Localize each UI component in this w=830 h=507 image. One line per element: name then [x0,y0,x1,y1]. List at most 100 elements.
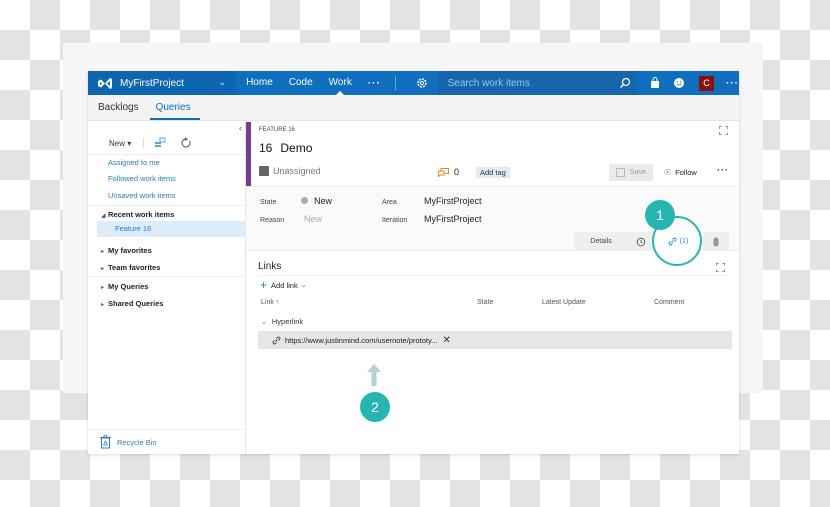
column-label: Link [261,299,274,306]
work-item-title[interactable]: 16 Demo [259,141,312,155]
group-label: Shared Queries [108,299,164,308]
visual-studio-logo-icon [98,77,112,89]
feature-color-bar [246,122,251,186]
work-item-id: 16 [259,141,273,155]
plus-icon: + [260,278,268,292]
tab-history[interactable] [628,232,653,251]
link-url[interactable]: https://www.justinmind.com/usernote/prot… [285,336,437,345]
sidebar-group-my-queries[interactable]: ▸ My Queries [101,282,148,291]
refresh-icon[interactable] [180,137,192,149]
attachment-icon [713,237,719,246]
maximize-icon[interactable] [719,126,728,135]
search-icon[interactable] [619,77,631,89]
user-avatar[interactable]: C [699,75,714,91]
link-group-hyperlink[interactable]: ⌄ Hyperlink [261,317,303,326]
recycle-bin-icon [100,435,111,449]
more-options-icon[interactable]: ··· [726,78,739,89]
state-dot-icon [301,197,308,204]
top-bar: MyFirstProject ⌄ Home Code Work ··· Sear… [88,71,739,95]
sidebar-group-team-favorites[interactable]: ▸ Team favorites [101,263,160,272]
column-header-state[interactable]: State [477,299,493,306]
divider [88,276,246,277]
expanded-triangle-icon: ◢ [101,213,106,219]
link-row[interactable]: https://www.justinmind.com/usernote/prot… [258,331,732,349]
state-label: State [260,199,277,206]
maximize-links-icon[interactable] [716,263,725,272]
column-header-comment[interactable]: Comment [654,299,684,306]
comments-icon [438,167,449,177]
sidebar-link-followed[interactable]: Followed work items [108,174,176,183]
links-section-title: Links [258,261,282,272]
search-box[interactable]: Search work items [437,71,637,95]
sidebar-toolbar: New ▾ [88,132,246,154]
column-header-link[interactable]: Link ↑ [261,299,279,306]
tab-attachments[interactable] [703,232,729,251]
group-label: Hyperlink [271,317,304,326]
new-button-label: New [109,138,126,148]
app-window: MyFirstProject ⌄ Home Code Work ··· Sear… [88,71,739,454]
recycle-bin-link[interactable]: Recycle Bin [88,429,246,454]
tab-details[interactable]: Details [574,232,628,251]
project-selector[interactable]: MyFirstProject ⌄ [88,71,237,95]
new-query-icon[interactable] [154,137,166,149]
assignee-value: Unassigned [273,166,321,176]
nav-work[interactable]: Work [321,71,360,95]
divider [88,205,246,206]
state-field[interactable]: New [301,196,332,206]
reason-label: Reason [260,217,285,224]
topbar-actions: C ··· [643,75,739,91]
marketplace-bag-icon[interactable] [649,77,661,89]
collapsed-triangle-icon: ▸ [101,285,105,291]
add-tag-button[interactable]: Add tag [476,167,510,178]
add-link-label: Add link [271,280,298,290]
sidebar-link-assigned-to-me[interactable]: Assigned to me [108,158,160,167]
discussion-count[interactable]: 0 [438,167,459,177]
work-item-header: FEATURE 16 16 Demo Unassigned 0 Add tag S… [246,122,739,187]
chevron-down-icon: ⌄ [218,77,227,87]
state-value: New [314,196,333,206]
step-badge-2: 2 [360,392,390,422]
tab-queries[interactable]: Queries [146,102,200,120]
area-field[interactable]: MyFirstProject [424,196,482,206]
sidebar-group-recent[interactable]: ◢ Recent work items [101,210,174,219]
sidebar-group-shared-queries[interactable]: ▸ Shared Queries [101,299,163,308]
collapsed-triangle-icon: ▸ [101,249,105,255]
column-header-latest-update[interactable]: Latest Update [542,299,586,306]
new-button[interactable]: New ▾ [109,139,131,148]
more-nav-icon[interactable]: ··· [360,78,389,89]
reason-field[interactable]: New [304,214,322,224]
sub-nav: Backlogs Queries [88,95,739,121]
follow-button[interactable]: ☉ Follow [664,168,697,177]
nav-code[interactable]: Code [281,71,321,95]
main-nav: Home Code Work ··· [236,71,389,95]
chevron-down-icon: ⌄ [261,319,267,326]
collapsed-triangle-icon: ▸ [101,302,105,308]
history-icon [636,237,645,246]
search-input[interactable]: Search work items [448,78,530,89]
smiley-feedback-icon[interactable] [673,77,685,89]
nav-home[interactable]: Home [238,71,281,95]
assignee-field[interactable]: Unassigned [259,166,321,176]
more-actions-icon[interactable]: ··· [717,165,729,175]
group-label: My favorites [108,246,152,255]
add-link-button[interactable]: + Add link ⌄ [260,278,307,292]
save-label: Save [630,169,646,176]
remove-link-icon[interactable]: ✕ [442,335,450,346]
work-item-form: FEATURE 16 16 Demo Unassigned 0 Add tag S… [246,122,739,454]
save-disk-icon [616,168,626,177]
sidebar-link-unsaved[interactable]: Unsaved work items [108,191,176,200]
follow-eye-icon: ☉ [664,168,672,177]
gear-icon[interactable] [416,77,428,89]
sidebar-item-feature-16[interactable]: Feature 16 [97,221,246,237]
sort-up-icon: ↑ [275,299,280,306]
area-label: Area [382,199,397,206]
save-button[interactable]: Save [609,164,653,181]
arrow-up-icon [367,364,381,386]
tab-backlogs[interactable]: Backlogs [88,102,146,120]
group-label: My Queries [108,282,149,291]
collapsed-triangle-icon: ▸ [101,266,105,272]
sidebar-group-my-favorites[interactable]: ▸ My favorites [101,246,152,255]
queries-sidebar: ‹ New ▾ Assigned to me Followed work ite… [88,122,246,454]
iteration-field[interactable]: MyFirstProject [424,214,482,224]
recycle-bin-label: Recycle Bin [117,437,157,447]
